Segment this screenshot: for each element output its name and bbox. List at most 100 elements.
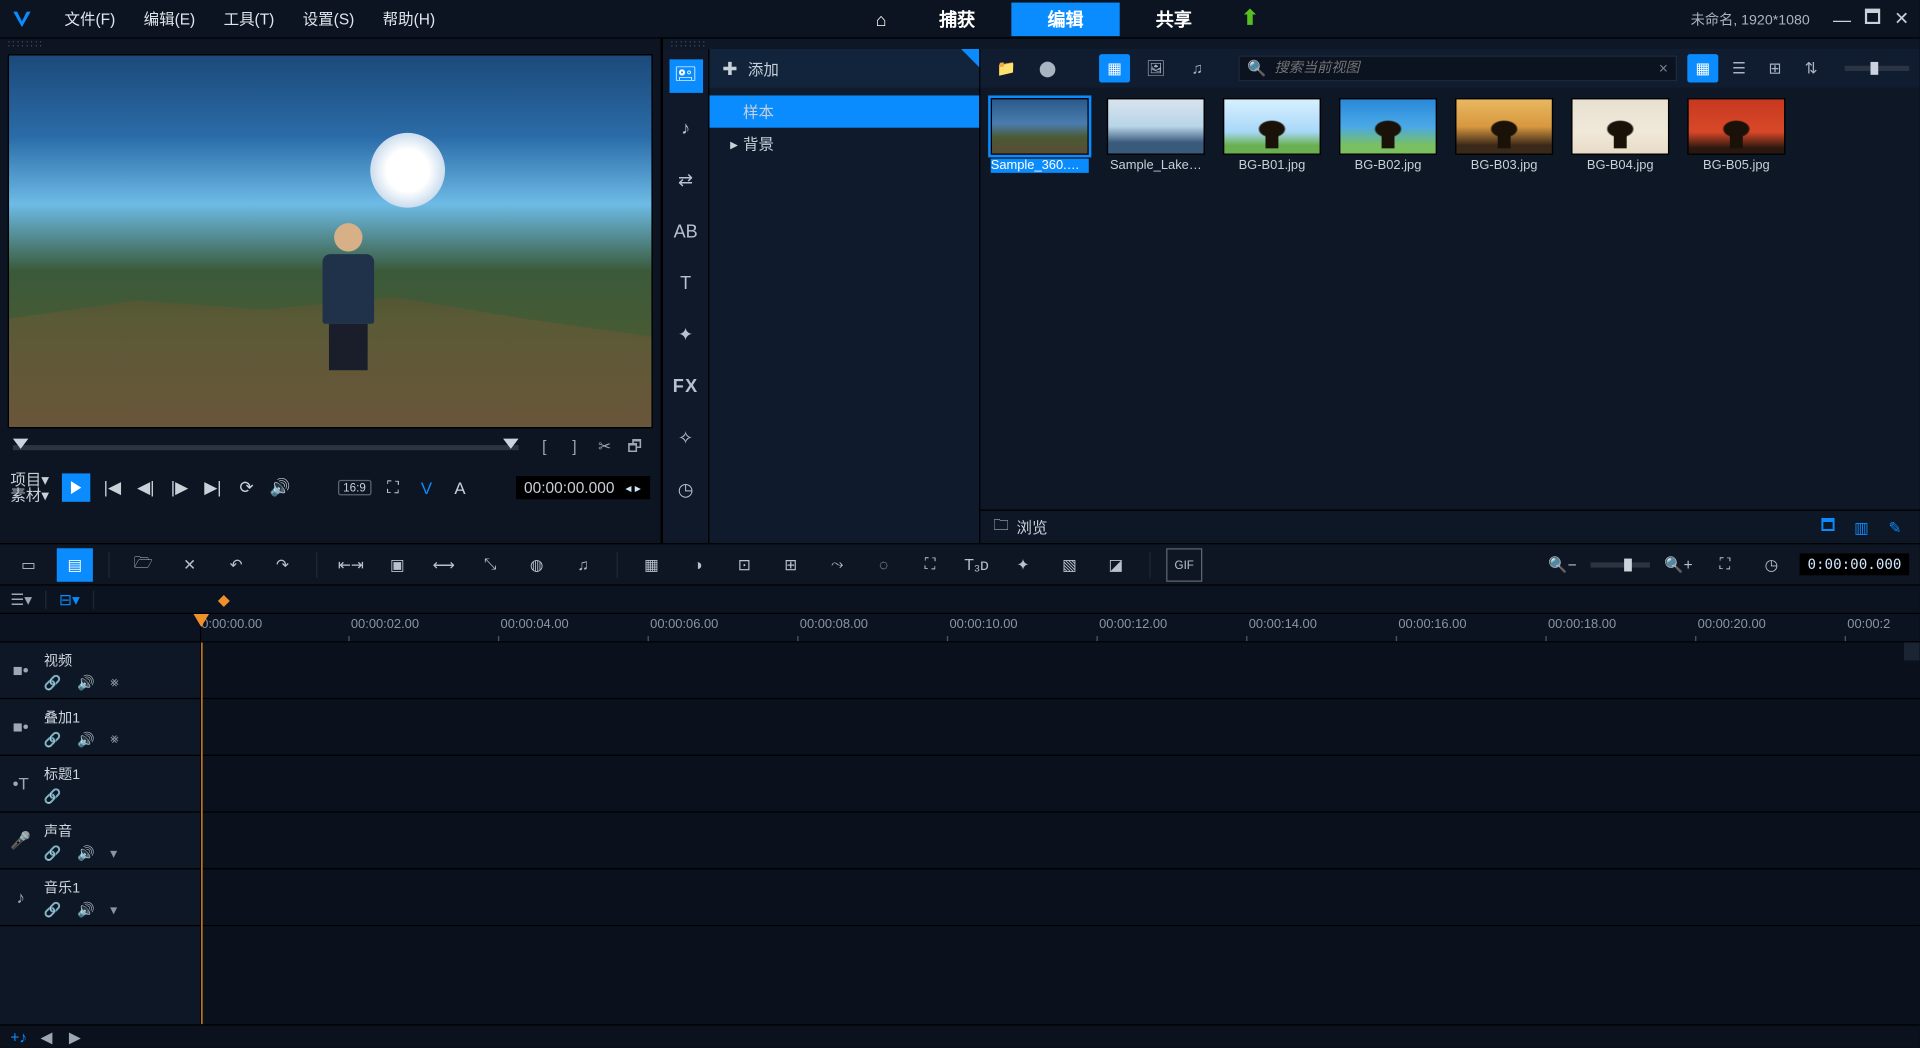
track-ctrl[interactable]: 🔗	[44, 901, 62, 918]
slip-icon[interactable]: ⤡	[472, 548, 508, 582]
tab-capture[interactable]: 捕获	[903, 2, 1011, 36]
scrub-track[interactable]	[13, 445, 519, 450]
library-add-header[interactable]: ✚ 添加	[710, 49, 980, 88]
filter-audio-icon[interactable]: ♫	[1182, 54, 1213, 82]
track-ctrl[interactable]: 🔊	[77, 731, 95, 748]
menu-tools[interactable]: 工具(T)	[218, 5, 279, 32]
mark-in-icon[interactable]: [	[531, 437, 557, 455]
track-ctrl[interactable]: ⨳	[110, 674, 119, 691]
redo-icon[interactable]: ↷	[264, 548, 300, 582]
track-head-title[interactable]: •T标题1🔗	[0, 756, 200, 813]
loop-icon[interactable]: ⟳	[235, 477, 258, 498]
title-t-icon[interactable]: T	[669, 266, 703, 300]
volume-icon[interactable]: 🔊	[268, 477, 291, 498]
drag-handle[interactable]: ∷∷∷∷	[663, 39, 1919, 49]
menu-edit[interactable]: 编辑(E)	[138, 5, 200, 32]
zoom-slider[interactable]	[1591, 562, 1650, 567]
track-lane[interactable]	[201, 813, 1919, 870]
sort-icon[interactable]: ⇅	[1796, 54, 1827, 82]
color-icon[interactable]: ✧	[669, 421, 703, 455]
tree-item-samples[interactable]: 样本	[710, 95, 980, 127]
playhead[interactable]	[194, 614, 209, 627]
aspect-ratio[interactable]: 16:9	[338, 480, 371, 495]
pin-icon[interactable]	[961, 49, 979, 67]
fx-icon[interactable]: FX	[669, 369, 703, 403]
snapshot-icon[interactable]: 🗗	[622, 434, 648, 461]
storyboard-view-icon[interactable]: ▭	[10, 548, 46, 582]
close-button[interactable]: ✕	[1894, 8, 1909, 30]
track-video-toggle[interactable]: V	[415, 478, 438, 497]
go-end-icon[interactable]: ▶|	[201, 477, 224, 498]
tool-select-icon[interactable]: 🗁	[125, 548, 161, 582]
fit-icon[interactable]: ⛶	[1707, 548, 1743, 582]
media-icon[interactable]: 🖭	[669, 59, 703, 93]
tab-home[interactable]: ⌂	[859, 2, 903, 36]
drag-handle[interactable]: ∷∷∷∷	[0, 39, 660, 49]
menu-file[interactable]: 文件(F)	[59, 5, 120, 32]
library-item[interactable]: BG-B01.jpg	[1223, 98, 1321, 173]
panel-edit-icon[interactable]: ✎	[1883, 517, 1906, 538]
multicam-icon[interactable]: ⊡	[726, 548, 762, 582]
browse-button[interactable]: 🗀 浏览	[993, 513, 1047, 540]
track-lane[interactable]	[201, 642, 1919, 699]
track-lanes[interactable]	[201, 642, 1919, 1024]
t3d-icon[interactable]: T₃ᴅ	[958, 548, 994, 582]
minimize-button[interactable]: —	[1833, 8, 1851, 29]
panel-layout-icon[interactable]: 🗖	[1816, 517, 1839, 538]
audio-tool-icon[interactable]: ♫	[565, 548, 601, 582]
transition-icon[interactable]: ⇄	[669, 163, 703, 197]
maximize-button[interactable]: 🗖	[1864, 3, 1881, 34]
motion-icon[interactable]: ⤳	[819, 548, 855, 582]
go-start-icon[interactable]: |◀	[101, 477, 124, 498]
library-item[interactable]: Sample_360.m…	[991, 98, 1089, 173]
mode-project[interactable]: 项目▾	[10, 472, 49, 487]
timeline-ruler[interactable]: 0:00:00.0000:00:02.0000:00:04.0000:00:06…	[0, 614, 1920, 642]
filter-image-icon[interactable]: 🖼	[1140, 54, 1171, 82]
crop-icon[interactable]: ▣	[379, 548, 415, 582]
track-lane[interactable]	[201, 756, 1919, 813]
scroll-left-icon[interactable]: ◀	[37, 1027, 55, 1045]
track-ctrl[interactable]: ⨳	[110, 731, 119, 748]
gif-icon[interactable]: GIF	[1166, 548, 1202, 582]
add-track-icon[interactable]: +♪	[10, 1027, 27, 1045]
audio-icon[interactable]: ♪	[669, 111, 703, 145]
preview-viewport[interactable]	[8, 54, 653, 428]
view-list-icon[interactable]: ☰	[1723, 54, 1754, 82]
undo-icon[interactable]: ↶	[218, 548, 254, 582]
upload-icon[interactable]: ⬆	[1228, 2, 1272, 36]
step-fwd-icon[interactable]: |▶	[168, 477, 191, 498]
track-lane[interactable]	[201, 699, 1919, 756]
track-ctrl[interactable]: 🔗	[44, 844, 62, 861]
panel-dual-icon[interactable]: ▥	[1850, 517, 1873, 538]
ripple-icon[interactable]: ⊟▾	[59, 590, 80, 608]
thumb-zoom-slider[interactable]	[1845, 66, 1910, 71]
library-item[interactable]: BG-B02.jpg	[1339, 98, 1437, 173]
speed-icon[interactable]: ◷	[669, 472, 703, 506]
track-ctrl[interactable]: 🔗	[44, 731, 62, 748]
track-head-video[interactable]: ■•视频🔗🔊⨳	[0, 642, 200, 699]
play-button[interactable]	[62, 473, 90, 501]
track-ctrl[interactable]: 🔊	[77, 674, 95, 691]
zoom-out-icon[interactable]: 🔍−	[1544, 548, 1580, 582]
track-head-music[interactable]: ♪音乐1🔗🔊▾	[0, 869, 200, 926]
tab-share[interactable]: 共享	[1120, 2, 1228, 36]
split-icon[interactable]: ⟷	[426, 548, 462, 582]
filter-all-icon[interactable]: ▦	[1099, 54, 1130, 82]
tab-edit[interactable]: 编辑	[1011, 2, 1119, 36]
zoom-in-icon[interactable]: 🔍+	[1660, 548, 1696, 582]
timeline-timecode[interactable]: 0:00:00.000	[1800, 553, 1909, 575]
clock-icon[interactable]: ◷	[1753, 548, 1789, 582]
track-ctrl[interactable]: ▾	[110, 901, 117, 918]
timeline-scroll-up[interactable]	[1904, 642, 1919, 660]
library-item[interactable]: BG-B03.jpg	[1455, 98, 1553, 173]
track-menu-icon[interactable]: ☰▾	[10, 590, 32, 608]
mask-icon[interactable]: ▦	[633, 548, 669, 582]
track-lane[interactable]	[201, 869, 1919, 926]
mark-out-icon[interactable]: ]	[562, 437, 588, 455]
track-ctrl[interactable]: 🔗	[44, 674, 62, 691]
timeline-view-icon[interactable]: ▤	[57, 548, 93, 582]
track-head-voice[interactable]: 🎤声音🔗🔊▾	[0, 813, 200, 870]
track-ctrl[interactable]: 🔗	[44, 788, 62, 805]
overlay-icon[interactable]: ✦	[669, 317, 703, 351]
title-ab-icon[interactable]: AB	[669, 214, 703, 248]
